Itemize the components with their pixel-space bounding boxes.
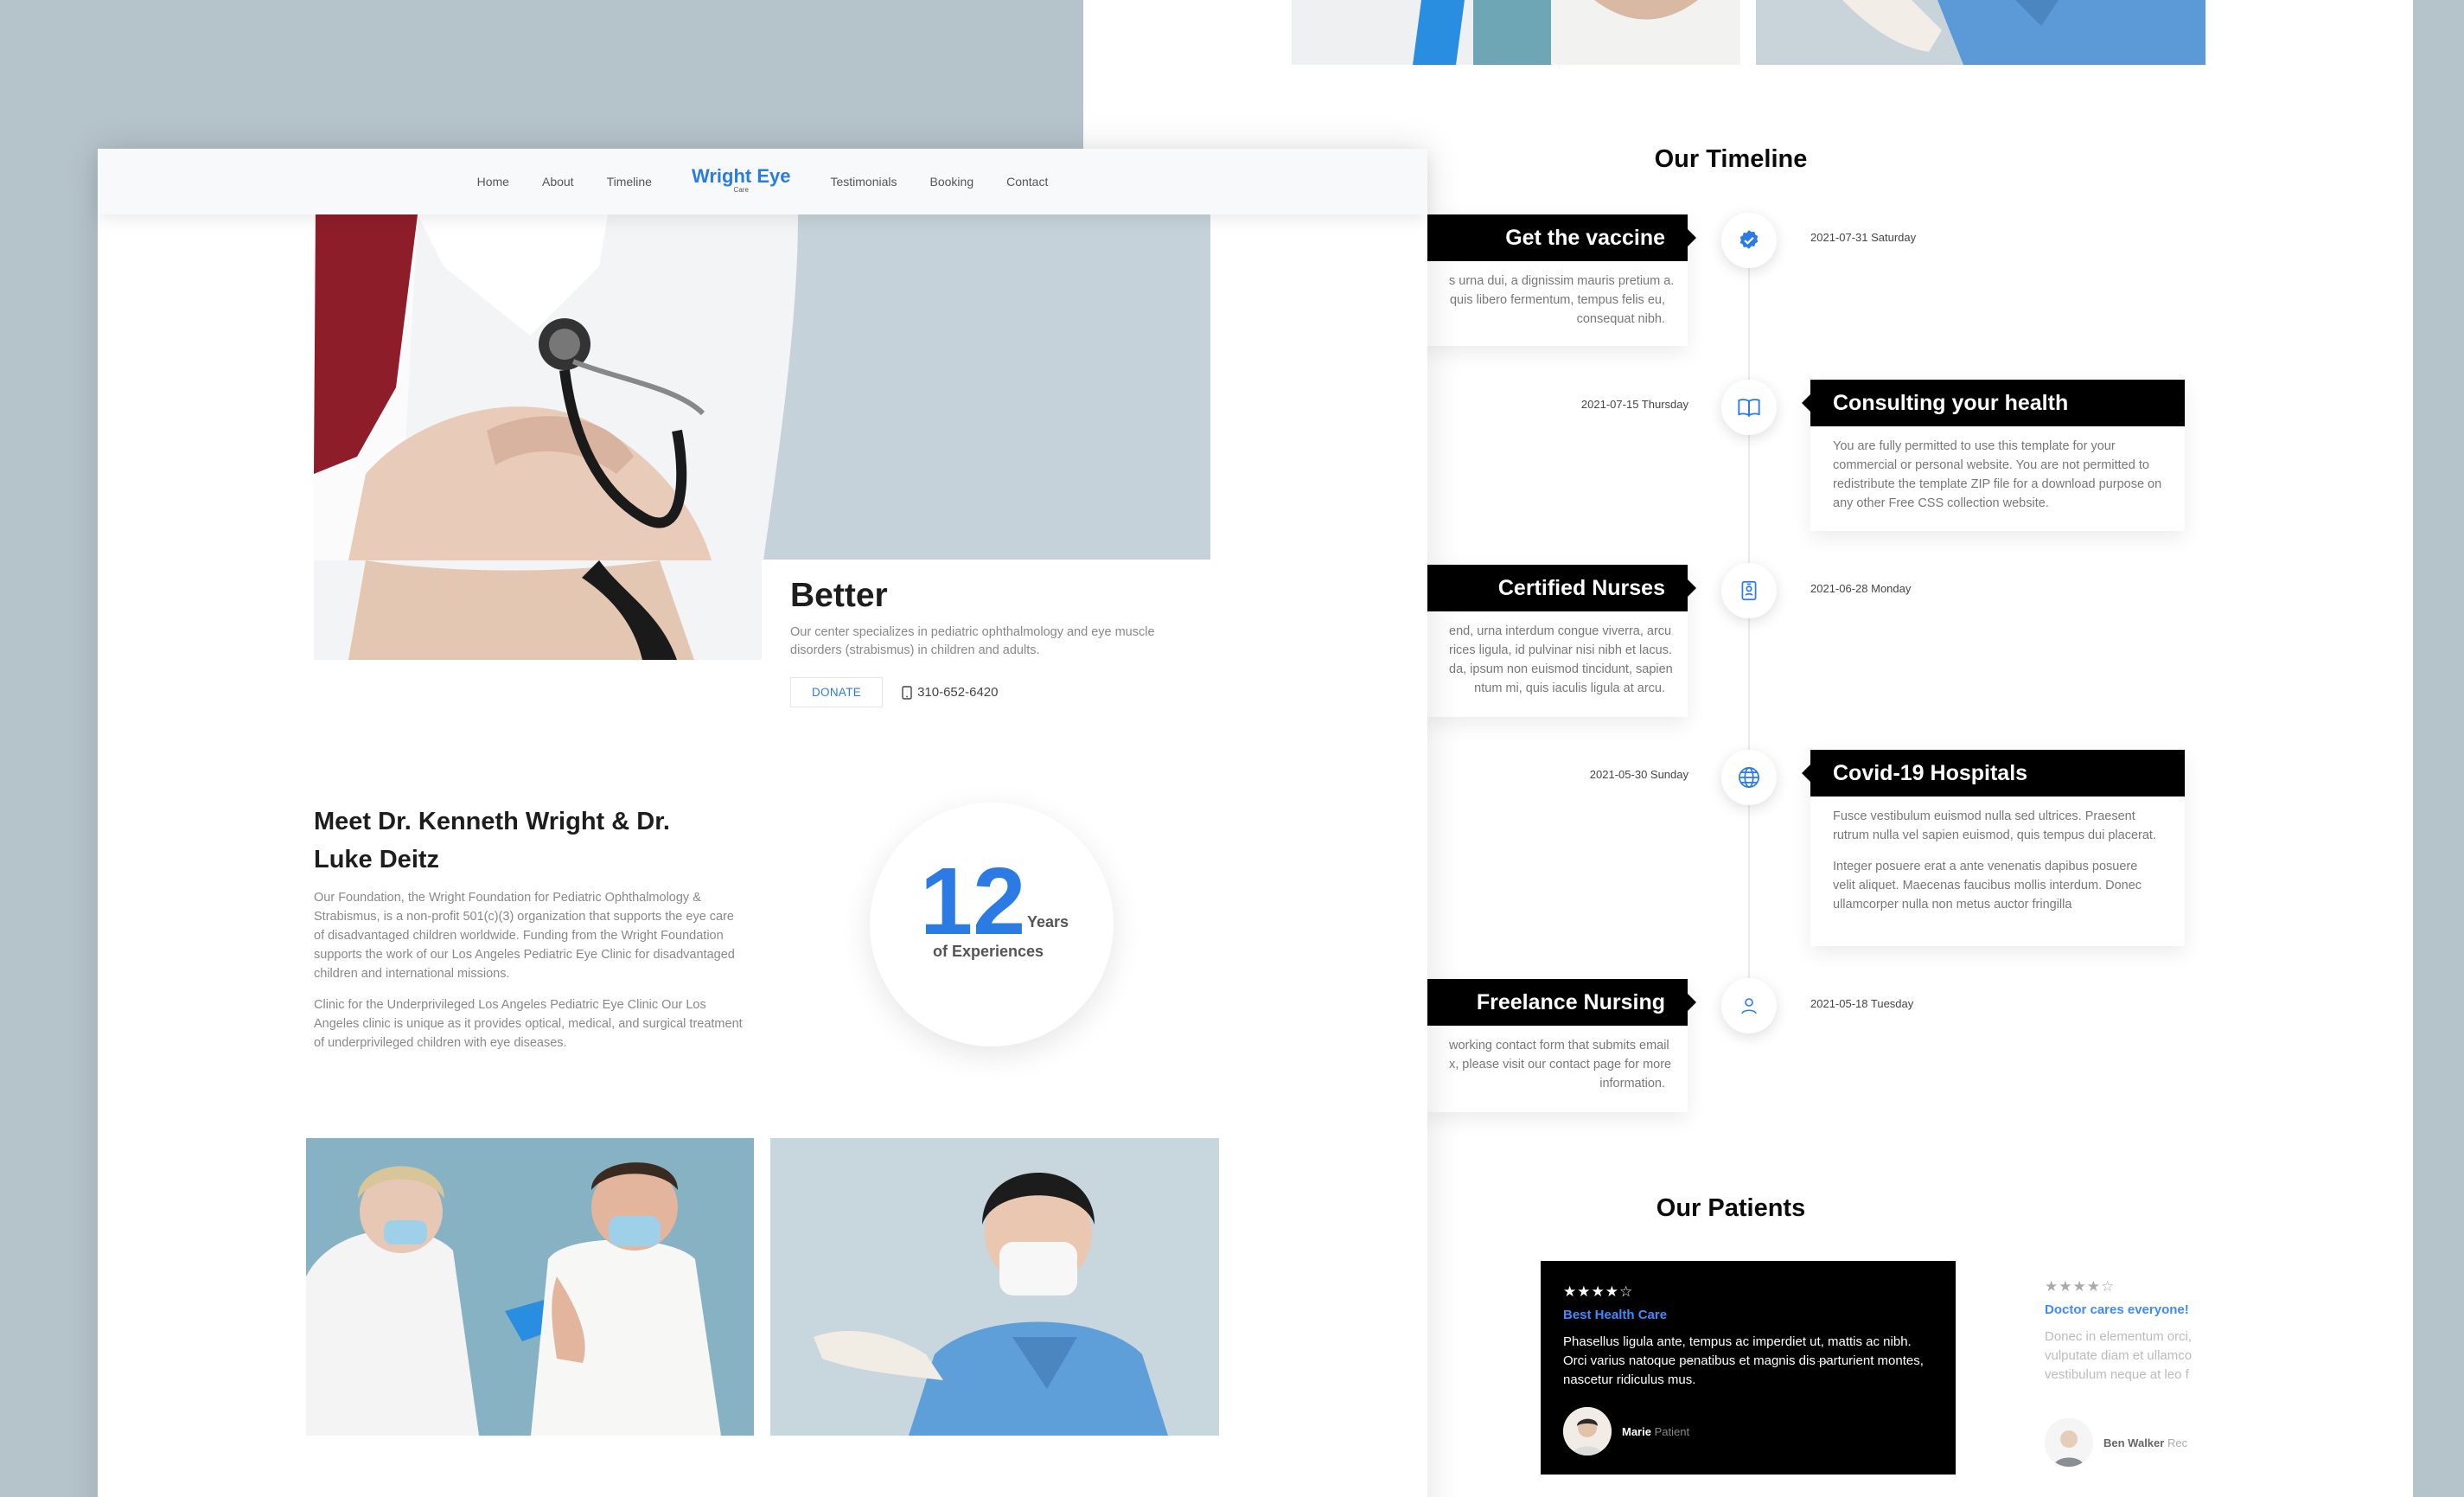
meet-paragraph: Clinic for the Underprivileged Los Angel… [314,998,743,1050]
timeline-card-text: Fusce vestibulum euismod nulla sed ultri… [1833,809,2156,912]
hero-description: Our center specializes in pediatric opht… [790,625,1155,657]
hero-image-bottom [314,560,762,660]
timeline-icon-3 [1721,563,1777,618]
carousel-next-arrow-icon[interactable]: → [1814,1350,1831,1370]
rating-stars: ★★★★☆ [2045,1278,2116,1295]
timeline-card-3: Certified Nurses end, urna interdum cong… [1427,565,1696,717]
timeline-line [1748,225,1750,1012]
timeline-date-2: 2021-07-15 Thursday [1580,398,1688,411]
brand-subtitle: Care [733,186,749,194]
testimonial-title: Best Health Care [1563,1308,1668,1322]
nav-about[interactable]: About [542,175,574,189]
timeline-card-2: Consulting your health You are fully per… [1802,380,2185,531]
testimonial-author-name: Marie [1622,1424,1651,1438]
timeline-icon-2 [1721,380,1777,435]
timeline-card-title: Certified Nurses [1427,565,1696,611]
timeline-date-4: 2021-05-30 Sunday [1589,768,1688,781]
experience-number: 12 [920,848,1026,955]
timeline-card-5: Freelance Nursing working contact form t… [1427,979,1696,1112]
navbar: Home About Timeline Wright Eye Care Test… [98,149,1427,214]
experience-label: of Experiences [933,943,1044,960]
check-badge-icon [1739,230,1759,249]
testimonial-card-next[interactable]: ★★★★☆ Doctor cares everyone! Donec in el… [2045,1278,2196,1477]
hero-title: Better [790,577,888,614]
avatar [2045,1418,2093,1467]
avatar [1563,1407,1612,1455]
carousel-prev-arrow-icon[interactable]: ← [1680,1350,1697,1370]
timeline-icon-4 [1721,750,1777,805]
person-icon [1741,998,1757,1014]
globe-icon [1739,767,1759,788]
nav-home[interactable]: Home [477,175,509,189]
timeline-card-text: working contact form that submits email … [1449,1039,1672,1091]
timeline-card-4: Covid-19 Hospitals Fusce vestibulum euis… [1802,750,2185,946]
top-photo-vaccine-crop [1292,0,1740,65]
donate-button[interactable]: DONATE [790,677,884,707]
photo-nurse [770,1138,1219,1436]
book-icon [1738,399,1760,418]
experience-years: Years [1027,913,1069,931]
hero-doctor-image [314,214,1210,560]
testimonial-title: Doctor cares everyone! [2045,1302,2189,1317]
top-photo-nurse-crop [1756,0,2205,65]
phone-link[interactable]: 310-652-6420 [902,685,998,700]
phone-number: 310-652-6420 [917,685,999,700]
hero-actions: DONATE 310-652-6420 [790,677,1184,707]
testimonial-author-role: Patient [1654,1424,1690,1438]
testimonial-author: Ben Walker Rec [2045,1418,2187,1467]
timeline-card-text: end, urna interdum congue viverra, arcu … [1449,624,1673,695]
testimonial-text: Phasellus ligula ante, tempus ac imperdi… [1563,1334,1924,1387]
brand-logo[interactable]: Wright Eye Care [692,166,791,194]
timeline-card-text: s urna dui, a dignissim mauris pretium a… [1449,274,1675,326]
timeline-icon-1 [1721,213,1777,268]
nav-testimonials[interactable]: Testimonials [830,175,897,189]
experience-badge: 12 Years of Experiences [870,803,1114,1046]
left-page: Home About Timeline Wright Eye Care Test… [98,149,1427,1497]
timeline-card-title: Freelance Nursing [1427,979,1696,1026]
photo-vaccination [306,1138,754,1436]
testimonial-text: Donec in elementum orci, vulputate diam … [2045,1329,2193,1382]
id-badge-icon [1741,580,1757,601]
meet-title: Meet Dr. Kenneth Wright & Dr. Luke Deitz [314,808,670,873]
rating-stars: ★★★★☆ [1563,1283,1634,1300]
timeline-card-title: Consulting your health [1802,380,2185,426]
nav-contact[interactable]: Contact [1006,175,1048,189]
timeline-date-5: 2021-05-18 Tuesday [1810,997,1914,1010]
testimonial-author-role: Rec [2167,1436,2188,1449]
phone-icon [902,685,912,700]
timeline-icon-5 [1721,978,1777,1033]
brand-name: Wright Eye [691,165,791,187]
timeline-card-1: Get the vaccine s urna dui, a dignissim … [1427,214,1696,346]
nav-timeline[interactable]: Timeline [607,175,652,189]
meet-paragraph: Our Foundation, the Wright Foundation fo… [314,891,735,981]
timeline-date-1: 2021-07-31 Saturday [1810,231,1917,244]
testimonial-author: Marie Patient [1563,1407,1689,1455]
timeline-card-title: Get the vaccine [1427,214,1696,261]
hero-card: Better Our center specializes in pediatr… [763,560,1212,715]
timeline-card-text: You are fully permitted to use this temp… [1833,439,2162,510]
nav-booking[interactable]: Booking [930,175,974,189]
testimonial-author-name: Ben Walker [2103,1436,2165,1449]
timeline-card-title: Covid-19 Hospitals [1802,750,2185,796]
testimonial-card-active[interactable]: ★★★★☆ Best Health Care Phasellus ligula … [1541,1261,1956,1475]
meet-body: Our Foundation, the Wright Foundation fo… [314,888,746,1052]
timeline-date-3: 2021-06-28 Monday [1810,582,1912,595]
